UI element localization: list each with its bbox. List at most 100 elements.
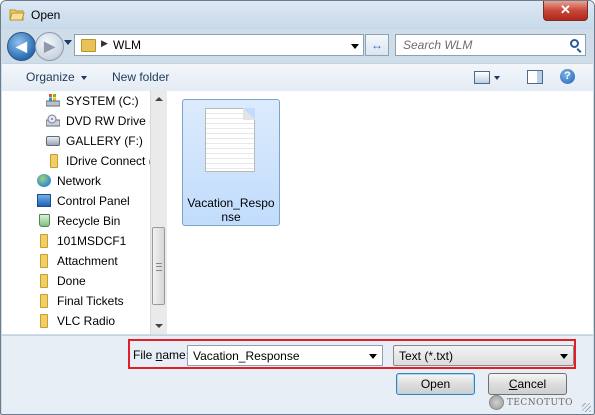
nav-item-dvd-drive[interactable]: DVD RW Drive (D:) xyxy=(2,111,150,131)
nav-item-label: IDrive Connect (I:) xyxy=(66,154,150,168)
drive-icon xyxy=(46,136,60,146)
file-name-value[interactable]: Vacation_Response xyxy=(193,349,300,363)
nav-item-recycle-bin[interactable]: Recycle Bin xyxy=(2,211,150,231)
refresh-icon: ↔ xyxy=(371,38,383,52)
file-type-value: Text (*.txt) xyxy=(399,349,454,363)
navigation-pane: SYSTEM (C:) DVD RW Drive (D:) GALLERY (F… xyxy=(2,91,150,334)
close-button[interactable]: ✕ xyxy=(543,1,588,21)
nav-item-label: 101MSDCF1 xyxy=(57,234,127,248)
label-part: ancel xyxy=(517,377,547,391)
folder-icon xyxy=(50,154,58,168)
file-name-label: Vacation_Response xyxy=(187,196,275,224)
file-item[interactable]: Vacation_Response xyxy=(182,99,280,226)
grip-icon xyxy=(156,263,162,271)
nav-item-label: Recycle Bin xyxy=(57,214,121,228)
nav-item-label: VLC Radio xyxy=(57,314,116,328)
new-folder-button[interactable]: New folder xyxy=(112,70,169,84)
nav-item-gallery[interactable]: GALLERY (F:) xyxy=(2,131,150,151)
open-folder-icon xyxy=(9,9,25,21)
new-folder-label: New folder xyxy=(112,70,170,84)
nav-item-label: Attachment xyxy=(57,254,118,268)
label-part: ame: xyxy=(162,348,190,362)
command-toolbar: Organize New folder ? xyxy=(2,63,593,92)
nav-item-label: Done xyxy=(57,274,86,288)
watermark-logo-icon xyxy=(488,395,504,410)
scroll-up-icon[interactable] xyxy=(155,97,163,101)
open-button[interactable]: Open xyxy=(396,373,475,395)
navigation-scrollbar[interactable] xyxy=(150,91,167,334)
file-name-field[interactable]: Vacation_Response xyxy=(187,345,383,366)
open-dialog: Open ✕ ◀ ▶ ▶ WLM ↔ Search WLM Organize N… xyxy=(0,0,595,415)
title-bar: Open ✕ xyxy=(1,1,594,29)
content-area: SYSTEM (C:) DVD RW Drive (D:) GALLERY (F… xyxy=(2,91,593,334)
folder-icon xyxy=(40,314,48,328)
file-type-select[interactable]: Text (*.txt) xyxy=(393,345,574,366)
help-glyph: ? xyxy=(564,70,571,82)
open-button-label: Open xyxy=(420,377,451,391)
folder-icon xyxy=(81,39,96,52)
label-part: File xyxy=(133,348,156,362)
organize-button[interactable]: Organize xyxy=(26,70,87,84)
dvd-drive-icon xyxy=(46,114,60,127)
window-title: Open xyxy=(31,8,61,22)
text-document-icon xyxy=(205,108,255,172)
refresh-button[interactable]: ↔ xyxy=(365,34,389,56)
navigation-row: ◀ ▶ ▶ WLM ↔ Search WLM xyxy=(1,29,594,63)
control-panel-icon xyxy=(37,194,51,207)
chevron-down-icon[interactable] xyxy=(369,354,377,359)
back-button[interactable]: ◀ xyxy=(7,32,36,61)
dialog-footer: File name: Vacation_Response Text (*.txt… xyxy=(2,335,593,414)
folder-icon xyxy=(40,254,48,268)
watermark: TECNOTUTO xyxy=(488,395,573,410)
organize-label: Organize xyxy=(26,70,75,84)
scroll-down-icon[interactable] xyxy=(155,324,163,328)
folder-icon xyxy=(40,294,48,308)
nav-item-label: Network xyxy=(57,174,102,188)
file-list-pane: Vacation_Response xyxy=(168,91,593,334)
forward-button[interactable]: ▶ xyxy=(35,32,64,61)
preview-pane-icon[interactable] xyxy=(527,70,543,84)
resize-grip-icon[interactable] xyxy=(582,403,591,412)
nav-item-label: Final Tickets xyxy=(57,294,124,308)
nav-item-vlc-radio[interactable]: VLC Radio xyxy=(2,311,150,331)
view-options-dropdown-icon[interactable] xyxy=(494,76,500,80)
search-icon[interactable] xyxy=(570,39,579,48)
nav-item-label: GALLERY (F:) xyxy=(66,134,143,148)
nav-item-attachment[interactable]: Attachment xyxy=(2,251,150,271)
nav-item-101msdcf1[interactable]: 101MSDCF1 xyxy=(2,231,150,251)
recycle-bin-icon xyxy=(39,214,50,227)
change-view-icon[interactable] xyxy=(474,71,490,84)
cancel-button[interactable]: Cancel xyxy=(488,373,567,395)
forward-arrow-icon: ▶ xyxy=(44,38,55,54)
nav-item-label: SYSTEM (C:) xyxy=(66,94,139,108)
search-input[interactable]: Search WLM xyxy=(395,34,586,56)
cancel-button-label: Cancel xyxy=(509,377,546,391)
breadcrumb-wlm[interactable]: WLM xyxy=(113,38,141,52)
system-drive-icon xyxy=(46,94,60,107)
address-dropdown-icon[interactable] xyxy=(351,44,359,49)
page-fold xyxy=(243,108,255,120)
back-arrow-icon: ◀ xyxy=(16,38,27,54)
chevron-down-icon xyxy=(80,75,87,80)
recent-locations-dropdown-icon[interactable] xyxy=(64,40,72,45)
folder-icon xyxy=(40,234,48,248)
scrollbar-thumb[interactable] xyxy=(152,227,165,305)
help-icon[interactable]: ? xyxy=(560,69,575,84)
nav-item-system-drive[interactable]: SYSTEM (C:) xyxy=(2,91,150,111)
breadcrumb-separator-icon[interactable]: ▶ xyxy=(101,38,108,49)
close-icon: ✕ xyxy=(560,2,571,17)
network-icon xyxy=(37,174,51,187)
chevron-down-icon[interactable] xyxy=(560,354,568,359)
nav-item-network[interactable]: Network xyxy=(2,171,150,191)
address-bar[interactable]: ▶ WLM xyxy=(74,34,364,56)
nav-item-done[interactable]: Done xyxy=(2,271,150,291)
file-name-label: File name: xyxy=(133,348,189,362)
nav-item-final-tickets[interactable]: Final Tickets xyxy=(2,291,150,311)
watermark-text: TECNOTUTO xyxy=(506,398,573,408)
nav-item-label: DVD RW Drive (D:) xyxy=(66,114,150,128)
search-placeholder: Search WLM xyxy=(403,38,473,52)
nav-item-control-panel[interactable]: Control Panel xyxy=(2,191,150,211)
nav-item-idrive-connect[interactable]: IDrive Connect (I:) xyxy=(2,151,150,171)
nav-item-label: Control Panel xyxy=(57,194,130,208)
folder-icon xyxy=(40,274,48,288)
